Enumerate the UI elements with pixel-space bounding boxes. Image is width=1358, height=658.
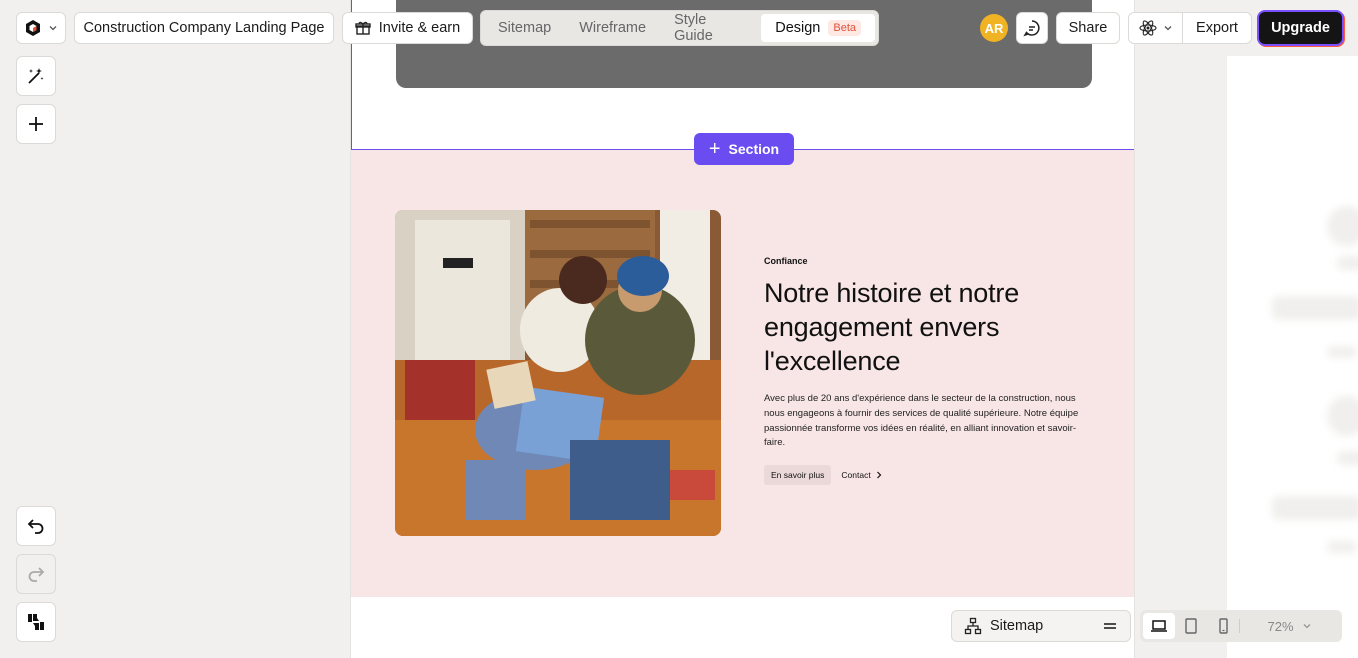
comment-icon	[1023, 20, 1040, 37]
upgrade-button[interactable]: Upgrade	[1259, 12, 1342, 44]
redo-icon	[28, 567, 45, 582]
export-button[interactable]: Export	[1183, 20, 1251, 36]
blurred-text	[1337, 256, 1358, 270]
view-tabs: Sitemap Wireframe Style Guide Design Bet…	[480, 10, 879, 46]
comments-button[interactable]	[1016, 12, 1048, 44]
section-button-label: Section	[728, 141, 780, 157]
chevron-down-icon	[1164, 26, 1171, 31]
app-logo-icon	[26, 20, 40, 36]
framework-select[interactable]	[1129, 13, 1183, 43]
sitemap-icon	[964, 617, 982, 635]
tab-design-label: Design	[775, 20, 821, 36]
desktop-view-button[interactable]	[1143, 613, 1175, 639]
undo-icon	[27, 519, 44, 534]
add-element-tool[interactable]	[16, 104, 56, 144]
gift-icon	[355, 21, 371, 35]
hero-section[interactable]: Confiance Notre histoire et notre engage…	[351, 150, 1134, 597]
chevron-down-icon	[49, 26, 57, 31]
chevron-right-icon	[876, 471, 882, 479]
design-canvas[interactable]: Confiance Notre histoire et notre engage…	[350, 0, 1135, 658]
export-group: Export	[1128, 12, 1252, 44]
blurred-text	[1327, 346, 1357, 358]
sitemap-panel-toggle[interactable]: Sitemap	[951, 610, 1131, 642]
tab-style-guide[interactable]: Style Guide	[660, 12, 761, 44]
blurred-text	[1337, 451, 1358, 465]
zoom-value: 72%	[1267, 618, 1294, 634]
app-menu-button[interactable]	[16, 12, 66, 44]
contact-link[interactable]: Contact	[841, 470, 882, 480]
hero-actions: En savoir plus Contact	[764, 465, 1084, 486]
plus-icon: +	[708, 138, 721, 160]
undo-button[interactable]	[16, 506, 56, 546]
blurred-text	[1272, 296, 1358, 320]
tab-sitemap[interactable]: Sitemap	[484, 14, 565, 42]
blurred-avatar	[1327, 396, 1358, 436]
magic-wand-icon	[28, 68, 44, 84]
hero-content: Confiance Notre histoire et notre engage…	[764, 256, 1084, 486]
chevron-down-icon	[1303, 624, 1310, 629]
feedback-button[interactable]	[16, 602, 56, 642]
invite-earn-button[interactable]: Invite & earn	[342, 12, 473, 44]
tablet-icon	[1185, 618, 1197, 634]
top-toolbar: Construction Company Landing Page Invite…	[0, 0, 1358, 56]
feedback-icon	[28, 614, 44, 630]
desktop-icon	[1151, 620, 1167, 632]
mobile-view-button[interactable]	[1207, 613, 1239, 639]
invite-label: Invite & earn	[378, 20, 461, 36]
menu-icon	[1104, 623, 1116, 629]
zoom-select[interactable]: 72%	[1240, 619, 1339, 634]
right-panel	[1227, 56, 1358, 658]
user-avatar[interactable]: AR	[980, 14, 1008, 42]
blurred-text	[1272, 496, 1358, 520]
hero-eyebrow: Confiance	[764, 256, 808, 266]
sitemap-label: Sitemap	[990, 618, 1044, 634]
project-title[interactable]: Construction Company Landing Page	[74, 12, 334, 44]
hero-body: Avec plus de 20 ans d'expérience dans le…	[764, 393, 1079, 449]
beta-badge: Beta	[828, 20, 861, 36]
blurred-avatar	[1327, 206, 1358, 246]
add-section-button[interactable]: + Section	[694, 133, 794, 165]
hero-photo	[395, 210, 721, 536]
react-icon	[1138, 20, 1157, 36]
mobile-icon	[1219, 618, 1228, 634]
tablet-view-button[interactable]	[1175, 613, 1207, 639]
hero-heading: Notre histoire et notre engagement enver…	[764, 278, 1020, 376]
tab-design[interactable]: Design Beta	[761, 14, 875, 42]
device-preview-bar: 72%	[1140, 610, 1342, 642]
contact-label: Contact	[841, 470, 871, 481]
redo-button[interactable]	[16, 554, 56, 594]
blurred-text	[1327, 541, 1357, 553]
ai-edit-tool[interactable]	[16, 56, 56, 96]
plus-icon	[29, 117, 43, 131]
share-button[interactable]: Share	[1056, 12, 1120, 44]
tab-wireframe[interactable]: Wireframe	[565, 14, 660, 42]
learn-more-button[interactable]: En savoir plus	[764, 465, 832, 486]
